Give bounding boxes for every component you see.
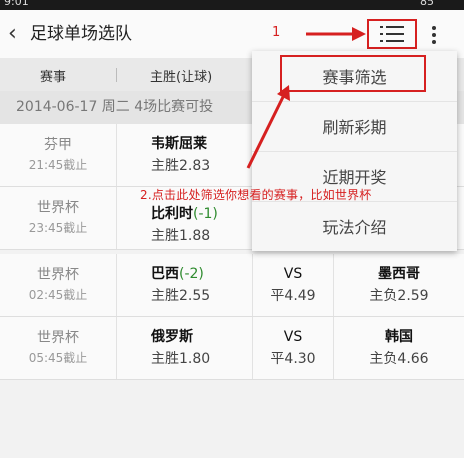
draw-odds: 平4.30	[270, 351, 316, 367]
away-team: 墨西哥	[378, 266, 420, 282]
annotation-step-2: 2.点击此处筛选你想看的赛事，比如世界杯	[140, 188, 372, 202]
vs-label: VS	[283, 329, 303, 345]
menu-item-rules[interactable]: 玩法介绍	[252, 201, 457, 251]
home-cell[interactable]: 韦斯屈莱 主胜2.83	[117, 124, 252, 186]
home-odds: 主胜1.88	[151, 228, 211, 244]
deadline: 05:45截止	[28, 351, 88, 365]
chevron-left-icon[interactable]: ‹	[8, 20, 30, 48]
vs-label: VS	[283, 266, 303, 282]
handicap: (-2)	[179, 266, 204, 282]
league-name: 世界杯	[37, 200, 79, 216]
status-battery: 85	[420, 0, 434, 8]
event-cell: 世界杯 23:45截止	[0, 187, 116, 249]
home-odds: 主胜2.55	[151, 288, 211, 304]
home-cell[interactable]: 俄罗斯 主胜1.80	[117, 317, 252, 379]
event-cell: 世界杯 02:45截止	[0, 254, 116, 316]
status-time: 9:01	[4, 0, 29, 8]
match-row[interactable]: 世界杯 05:45截止 俄罗斯 主胜1.80 VS 平4.30 韩国 主负4.6…	[0, 317, 464, 380]
home-team: 巴西(-2)	[151, 266, 204, 282]
match-row[interactable]: 世界杯 02:45截止 巴西(-2) 主胜2.55 VS 平4.49 墨西哥 主…	[0, 254, 464, 317]
away-odds: 主负2.59	[369, 288, 429, 304]
draw-cell[interactable]: VS 平4.30	[253, 317, 333, 379]
page-title: 足球单场选队	[30, 24, 132, 44]
event-cell: 芬甲 21:45截止	[0, 124, 116, 186]
list-icon	[380, 25, 404, 43]
home-team: 比利时(-1)	[151, 206, 218, 222]
annotation-step-1: 1	[272, 25, 281, 40]
league-name: 芬甲	[44, 137, 72, 153]
league-name: 世界杯	[37, 330, 79, 346]
menu-item-refresh[interactable]: 刷新彩期	[252, 101, 457, 152]
more-vert-icon[interactable]	[424, 22, 444, 48]
deadline: 02:45截止	[28, 288, 88, 302]
home-team: 韦斯屈莱	[151, 136, 207, 152]
away-team: 韩国	[385, 329, 413, 345]
home-cell[interactable]: 巴西(-2) 主胜2.55	[117, 254, 252, 316]
home-odds: 主胜1.80	[151, 351, 211, 367]
status-bar: 9:01 85	[0, 0, 464, 10]
home-odds: 主胜2.83	[151, 158, 211, 174]
filter-highlight-box	[280, 55, 426, 92]
menu-button[interactable]	[367, 19, 417, 49]
column-event: 赛事	[40, 70, 67, 85]
event-cell: 世界杯 05:45截止	[0, 317, 116, 379]
deadline: 23:45截止	[28, 221, 88, 235]
deadline: 21:45截止	[28, 158, 88, 172]
away-cell[interactable]: 墨西哥 主负2.59	[334, 254, 464, 316]
home-team: 俄罗斯	[151, 329, 193, 345]
column-divider	[116, 68, 117, 82]
away-cell[interactable]: 韩国 主负4.66	[334, 317, 464, 379]
draw-cell[interactable]: VS 平4.49	[253, 254, 333, 316]
away-odds: 主负4.66	[369, 351, 429, 367]
handicap: (-1)	[193, 206, 218, 222]
draw-odds: 平4.49	[270, 288, 316, 304]
league-name: 世界杯	[37, 267, 79, 283]
column-home: 主胜(让球)	[150, 70, 213, 85]
